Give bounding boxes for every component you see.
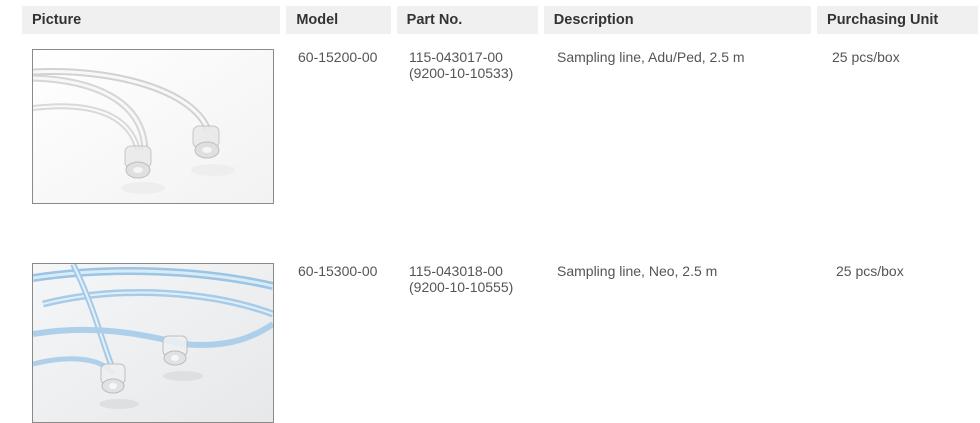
blue-sampling-line-photo bbox=[32, 263, 274, 423]
clear-sampling-line-photo bbox=[32, 49, 274, 204]
model-cell: 60-15200-00 bbox=[298, 49, 378, 65]
table-row: 60-15300-00 115-043018-00 (9200-10-10555… bbox=[22, 263, 980, 423]
header-picture: Picture bbox=[22, 6, 281, 34]
table-header: Picture Model Part No. Description Purch… bbox=[22, 6, 978, 34]
description-cell: Sampling line, Neo, 2.5 m bbox=[557, 263, 718, 279]
purchasing-unit-cell: 25 pcs/box bbox=[832, 49, 900, 65]
description-cell: Sampling line, Adu/Ped, 2.5 m bbox=[557, 49, 745, 65]
picture-cell bbox=[22, 263, 282, 423]
picture-cell bbox=[22, 49, 282, 204]
part-no-cell: 115-043017-00 (9200-10-10533) bbox=[399, 49, 541, 204]
purchasing-unit-cell: 25 pcs/box bbox=[836, 263, 904, 279]
table-row: 60-15200-00 115-043017-00 (9200-10-10533… bbox=[22, 49, 980, 204]
part-no-cell: 115-043018-00 (9200-10-10555) bbox=[399, 263, 541, 423]
product-table: Picture Model Part No. Description Purch… bbox=[22, 6, 978, 423]
part-no-primary: 115-043018-00 bbox=[409, 263, 503, 279]
model-cell: 60-15300-00 bbox=[298, 263, 378, 279]
header-purchasing-unit: Purchasing Unit bbox=[817, 6, 978, 34]
header-model: Model bbox=[286, 6, 391, 34]
header-description: Description bbox=[543, 6, 812, 34]
header-part-no: Part No. bbox=[396, 6, 538, 34]
part-no-secondary: (9200-10-10555) bbox=[409, 279, 514, 295]
part-no-secondary: (9200-10-10533) bbox=[409, 65, 514, 81]
part-no-primary: 115-043017-00 bbox=[409, 49, 503, 65]
